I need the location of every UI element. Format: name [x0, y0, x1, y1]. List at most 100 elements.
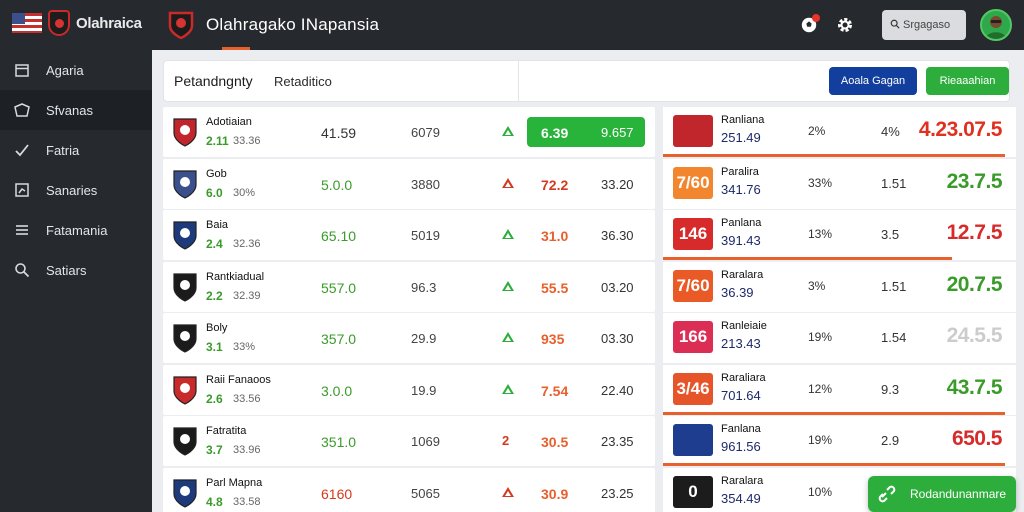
- primary-green-button[interactable]: Rieaaahian: [926, 67, 1009, 95]
- stat-odds: 31.0: [541, 228, 569, 244]
- team-sub-stat: 30%: [233, 186, 256, 199]
- sidebar-item-agaria[interactable]: Agaria: [0, 50, 152, 90]
- list-icon: [14, 222, 30, 238]
- topbar-actions: Srgagaso: [798, 9, 1024, 41]
- trend-up-icon: [502, 383, 514, 394]
- sidebar-item-fatria[interactable]: Fatria: [0, 130, 152, 170]
- progress-bar: [663, 411, 1006, 415]
- team-value: 354.49: [721, 490, 761, 506]
- sidebar-item-fatamania[interactable]: Fatamania: [0, 210, 152, 250]
- team-score: 12.7.5: [946, 221, 1003, 244]
- tab-label: Petandngnty: [174, 73, 253, 89]
- team-rating: 2.4: [206, 237, 223, 251]
- team-name: Panlana: [721, 217, 762, 229]
- team-name: Baia: [206, 219, 229, 231]
- standings-table: Adotiaian 2.11 33.36 41.59 6079 6.39 9.657 Gob 6…: [163, 107, 655, 512]
- table-row[interactable]: 146 Panlana 391.43 13% 3.5 12.7.5: [663, 210, 1016, 260]
- sidebar-item-label: Fatamania: [46, 222, 108, 238]
- table-row[interactable]: 7/60 Paralira 341.76 33% 1.51 23.7.5: [663, 158, 1016, 209]
- table-row[interactable]: 3/46 Raraliara 701.64 12% 9.3 43.7.5: [663, 364, 1016, 415]
- stat-secondary: 5065: [411, 485, 440, 501]
- team-name: Gob: [206, 167, 227, 180]
- floating-button-label: Rodandunanmare: [910, 487, 1007, 501]
- sidebar-item-sanaries[interactable]: Sanaries: [0, 170, 152, 210]
- team-sub-stat: 32.39: [233, 289, 261, 302]
- team-rating: 4.8: [206, 494, 223, 509]
- stat-odds: 935: [541, 331, 565, 347]
- brand[interactable]: Olahraica: [0, 0, 152, 46]
- team-badge: 3/46: [673, 372, 713, 405]
- team-score: 20.7.5: [946, 272, 1003, 296]
- team-name: Raralara: [721, 474, 764, 487]
- team-percent: 19%: [808, 433, 833, 447]
- team-badge: 166: [673, 321, 713, 353]
- team-crest-icon: [173, 324, 197, 353]
- team-percent: 2%: [808, 124, 826, 138]
- soccer-ball-icon[interactable]: [798, 14, 820, 36]
- table-row[interactable]: Fanlana 961.56 19% 2.9 650.5: [663, 416, 1016, 466]
- table-row[interactable]: Parl Mapna 4.8 33.58 6160 5065 30.9 23.25: [163, 467, 655, 512]
- team-name: Raraliara: [721, 371, 766, 384]
- stat-odds: 72.2: [541, 176, 569, 193]
- team-name: Ranleiaie: [721, 320, 767, 332]
- trend-up-red-icon: [502, 486, 514, 497]
- stat-total: 03.20: [601, 279, 634, 295]
- table-row[interactable]: Fatratita 3.7 33.96 351.0 1069 2 30.5 23.35: [163, 416, 655, 466]
- tab-label: Retaditico: [274, 73, 332, 89]
- topbar: Olahragako INapansia Srgagaso: [152, 0, 1024, 50]
- team-number: 4%: [881, 124, 900, 139]
- trend-up-icon: [502, 280, 514, 291]
- team-badge: 7/60: [673, 269, 713, 302]
- sidebar-item-satiars[interactable]: Satiars: [0, 250, 152, 290]
- table-row[interactable]: 166 Ranleiaie 213.43 19% 1.54 24.5.5: [663, 313, 1016, 363]
- table-row[interactable]: Ranliana 251.49 2% 4% 4.23.07.5: [663, 107, 1016, 157]
- sidebar-nav: Agaria Sfvanas Fatria Sanaries Fatamania: [0, 50, 152, 290]
- stat-primary: 557.0: [321, 279, 357, 296]
- stat-total: 33.20: [601, 176, 634, 192]
- floating-action-button[interactable]: Rodandunanmare: [868, 476, 1016, 512]
- sidebar-item-label: Satiars: [46, 262, 87, 278]
- sidebar-item-label: Sanaries: [46, 182, 98, 198]
- search-icon: [14, 262, 30, 278]
- progress-bar: [663, 154, 1006, 157]
- team-name: Boly: [206, 322, 228, 334]
- search-input[interactable]: Srgagaso: [882, 10, 966, 40]
- rank-change-icon: 2: [502, 433, 509, 447]
- stat-secondary: 6079: [411, 125, 440, 140]
- table-row[interactable]: 7/60 Raralara 36.39 3% 1.51 20.7.5: [663, 261, 1016, 312]
- progress-bar: [663, 463, 1006, 466]
- team-name: Fatratita: [206, 425, 247, 437]
- sidebar: Olahraica Agaria Sfvanas Fatria Sanaries: [0, 0, 152, 512]
- table-row[interactable]: Boly 3.1 33% 357.0 29.9 935 03.30: [163, 313, 655, 363]
- table-row[interactable]: Adotiaian 2.11 33.36 41.59 6079 6.39 9.657: [163, 107, 655, 157]
- team-rating: 2.6: [206, 391, 223, 406]
- team-name: Raralara: [721, 268, 764, 281]
- team-crest-icon: [173, 118, 197, 147]
- tab-secondary[interactable]: Retaditico: [274, 61, 332, 101]
- stat-total: 36.30: [601, 228, 634, 243]
- trend-up-icon: [502, 229, 514, 239]
- club-crest-icon[interactable]: [168, 11, 194, 39]
- svg-text:2: 2: [502, 433, 509, 447]
- team-score: 4.23.07.5: [918, 118, 1003, 141]
- stat-total: 22.40: [601, 382, 634, 398]
- team-name: Raii Fanaoos: [206, 373, 271, 386]
- team-rating: 2.2: [206, 288, 223, 303]
- sidebar-item-label: Sfvanas: [46, 102, 93, 118]
- table-row[interactable]: Baia 2.4 32.36 65.10 5019 31.0 36.30: [163, 210, 655, 260]
- sidebar-item-sfvanas[interactable]: Sfvanas: [0, 90, 152, 130]
- team-crest-icon: [173, 169, 197, 199]
- table-row[interactable]: Raii Fanaoos 2.6 33.56 3.0.0 19.9 7.54 22.40: [163, 364, 655, 415]
- stat-secondary: 19.9: [411, 382, 437, 398]
- stat-primary: 357.0: [321, 331, 357, 347]
- team-badge: 7/60: [673, 166, 713, 199]
- team-percent: 12%: [808, 381, 833, 396]
- table-row[interactable]: Rantkiadual 2.2 32.39 557.0 96.3 55.5 03.20: [163, 261, 655, 312]
- tab-active[interactable]: Petandngnty: [164, 61, 519, 101]
- primary-blue-button[interactable]: Aoala Gagan: [829, 67, 917, 95]
- avatar[interactable]: [980, 9, 1012, 41]
- gear-icon[interactable]: [834, 14, 856, 36]
- content-header: Petandngnty Retaditico Aoala Gagan Rieaa…: [163, 60, 1010, 102]
- team-name: Ranliana: [721, 114, 765, 126]
- table-row[interactable]: Gob 6.0 30% 5.0.0 3880 72.2 33.20: [163, 158, 655, 209]
